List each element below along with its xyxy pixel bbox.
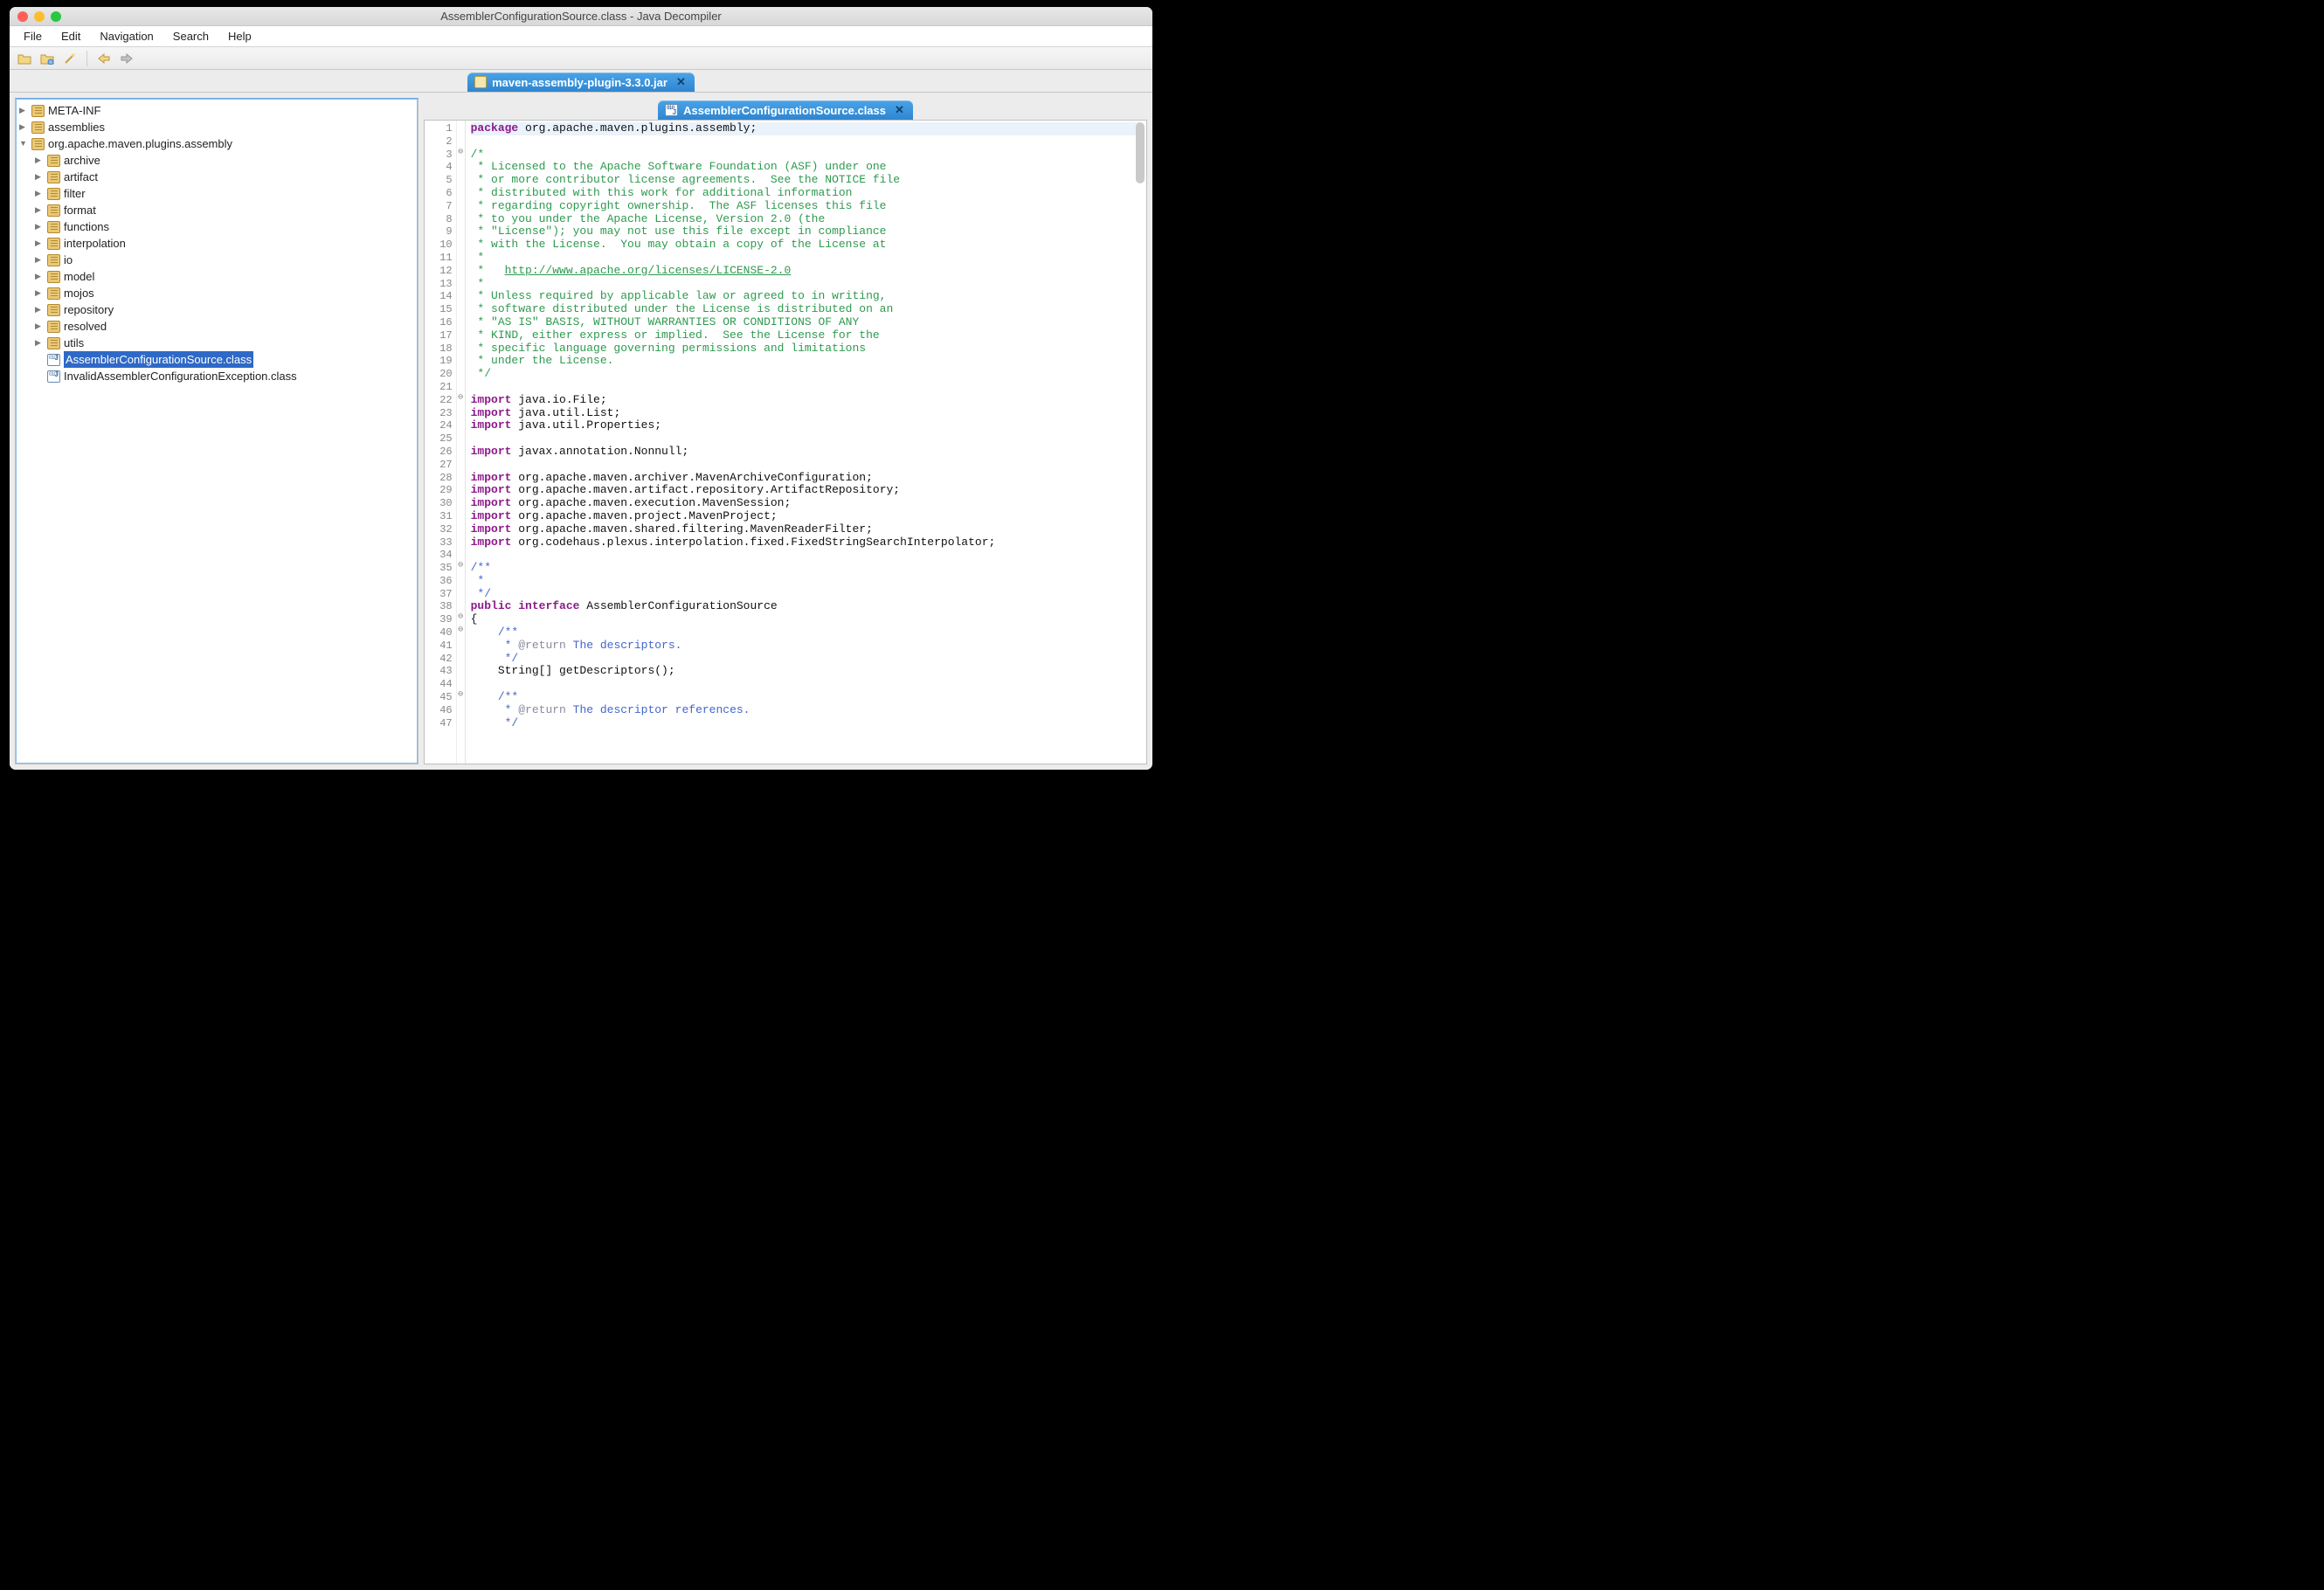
- jar-tab[interactable]: maven-assembly-plugin-3.3.0.jar ✕: [467, 73, 695, 92]
- jar-tab-row: maven-assembly-plugin-3.3.0.jar ✕: [10, 70, 1152, 93]
- toolbar-divider: [86, 51, 87, 66]
- open-type-icon[interactable]: [39, 51, 55, 66]
- package-icon: [47, 304, 60, 316]
- editor-panel: AssemblerConfigurationSource.class ✕ 1 2…: [424, 98, 1147, 764]
- package-tree: META-INFassembliesorg.apache.maven.plugi…: [16, 102, 418, 384]
- editor-tab-row: AssemblerConfigurationSource.class ✕: [424, 98, 1147, 120]
- package-icon: [47, 155, 60, 167]
- tree-item-label: org.apache.maven.plugins.assembly: [48, 135, 232, 152]
- tree-item[interactable]: META-INF: [19, 102, 418, 119]
- tree-item-label: io: [64, 252, 73, 268]
- tree-item-label: model: [64, 268, 94, 285]
- editor-tab-label: AssemblerConfigurationSource.class: [683, 104, 886, 117]
- wand-icon[interactable]: [62, 51, 78, 66]
- titlebar: AssemblerConfigurationSource.class - Jav…: [10, 7, 1152, 26]
- tree-item[interactable]: repository: [19, 301, 418, 318]
- class-file-icon: [665, 104, 678, 116]
- tree-item[interactable]: filter: [19, 185, 418, 202]
- line-number-gutter: 1 2 3 4 5 6 7 8 9 10 11 12 13 14 15 16 1…: [425, 121, 457, 764]
- package-icon: [47, 204, 60, 217]
- class-file-icon: [47, 354, 60, 366]
- tree-item-label: mojos: [64, 285, 94, 301]
- package-icon: [31, 105, 45, 117]
- close-icon[interactable]: ✕: [895, 103, 904, 117]
- tree-item-label: filter: [64, 185, 86, 202]
- package-icon: [47, 287, 60, 300]
- tree-item[interactable]: interpolation: [19, 235, 418, 252]
- tree-item-label: format: [64, 202, 96, 218]
- nav-back-icon[interactable]: [96, 51, 112, 66]
- menu-edit[interactable]: Edit: [52, 28, 89, 45]
- tree-item[interactable]: format: [19, 202, 418, 218]
- menu-search[interactable]: Search: [164, 28, 218, 45]
- package-icon: [47, 221, 60, 233]
- tree-item-label: functions: [64, 218, 109, 235]
- tree-item-label: resolved: [64, 318, 107, 335]
- tree-item-label: interpolation: [64, 235, 126, 252]
- toolbar: [10, 47, 1152, 70]
- tree-item[interactable]: utils: [19, 335, 418, 351]
- source-editor[interactable]: 1 2 3 4 5 6 7 8 9 10 11 12 13 14 15 16 1…: [424, 120, 1147, 764]
- tree-item[interactable]: artifact: [19, 169, 418, 185]
- tree-item[interactable]: InvalidAssemblerConfigurationException.c…: [19, 368, 418, 384]
- vertical-scrollbar[interactable]: [1136, 122, 1145, 183]
- tree-item[interactable]: resolved: [19, 318, 418, 335]
- jar-icon: [474, 76, 487, 88]
- tree-item[interactable]: functions: [19, 218, 418, 235]
- tree-item[interactable]: org.apache.maven.plugins.assembly: [19, 135, 418, 152]
- tree-item[interactable]: AssemblerConfigurationSource.class: [19, 351, 418, 368]
- menu-file[interactable]: File: [15, 28, 51, 45]
- tree-item-label: repository: [64, 301, 114, 318]
- tree-item[interactable]: io: [19, 252, 418, 268]
- class-file-icon: [47, 370, 60, 383]
- editor-tab[interactable]: AssemblerConfigurationSource.class ✕: [658, 100, 913, 120]
- tree-item[interactable]: assemblies: [19, 119, 418, 135]
- tree-item[interactable]: archive: [19, 152, 418, 169]
- package-tree-panel[interactable]: META-INFassembliesorg.apache.maven.plugi…: [15, 98, 418, 764]
- tree-item[interactable]: mojos: [19, 285, 418, 301]
- package-icon: [31, 121, 45, 134]
- tree-item-label: META-INF: [48, 102, 100, 119]
- package-icon: [47, 171, 60, 183]
- tree-item-label: artifact: [64, 169, 98, 185]
- nav-forward-icon[interactable]: [119, 51, 135, 66]
- tree-item-label: AssemblerConfigurationSource.class: [64, 351, 253, 368]
- open-file-icon[interactable]: [17, 51, 32, 66]
- package-icon: [47, 271, 60, 283]
- app-window: AssemblerConfigurationSource.class - Jav…: [10, 7, 1152, 770]
- package-icon: [47, 238, 60, 250]
- package-icon: [47, 254, 60, 266]
- jar-tab-label: maven-assembly-plugin-3.3.0.jar: [492, 76, 667, 89]
- menubar: File Edit Navigation Search Help: [10, 26, 1152, 47]
- content-area: META-INFassembliesorg.apache.maven.plugi…: [10, 93, 1152, 770]
- code-area[interactable]: package org.apache.maven.plugins.assembl…: [466, 121, 1146, 764]
- tree-item-label: InvalidAssemblerConfigurationException.c…: [64, 368, 297, 384]
- window-title: AssemblerConfigurationSource.class - Jav…: [10, 10, 1152, 23]
- package-icon: [47, 337, 60, 349]
- menu-navigation[interactable]: Navigation: [91, 28, 162, 45]
- tree-item[interactable]: model: [19, 268, 418, 285]
- close-icon[interactable]: ✕: [676, 75, 686, 89]
- package-icon: [31, 138, 45, 150]
- fold-column[interactable]: ⊖ ⊖ ⊖ ⊖ ⊖ ⊖: [457, 121, 466, 764]
- tree-item-label: archive: [64, 152, 100, 169]
- tree-item-label: utils: [64, 335, 84, 351]
- package-icon: [47, 188, 60, 200]
- menu-help[interactable]: Help: [219, 28, 260, 45]
- tree-item-label: assemblies: [48, 119, 105, 135]
- package-icon: [47, 321, 60, 333]
